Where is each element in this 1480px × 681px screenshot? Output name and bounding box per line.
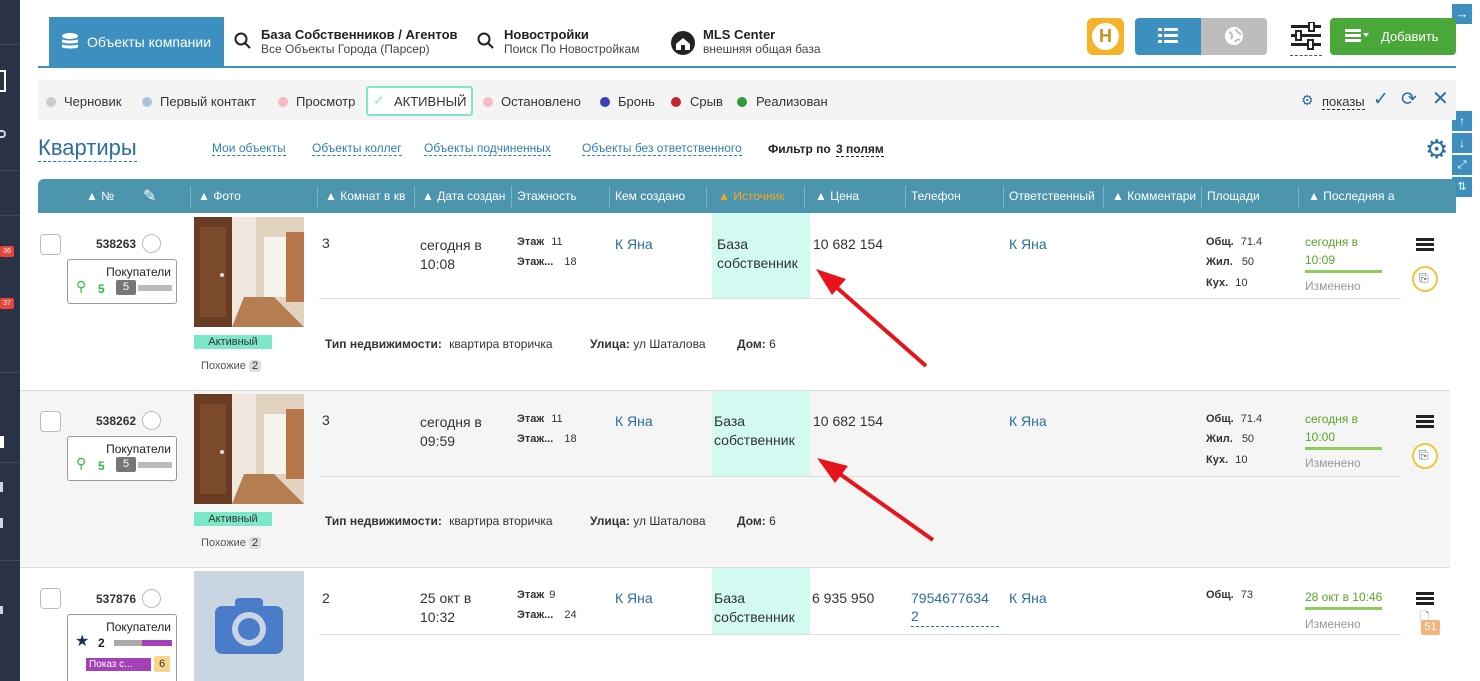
app-root: 36 37 → ↑ ↓ ⤢ ⇅ Объекты компании База Со… (0, 0, 1480, 681)
annotation-arrow (817, 458, 935, 542)
annotation-arrows (816, 269, 935, 542)
annotation-arrow (816, 269, 928, 368)
